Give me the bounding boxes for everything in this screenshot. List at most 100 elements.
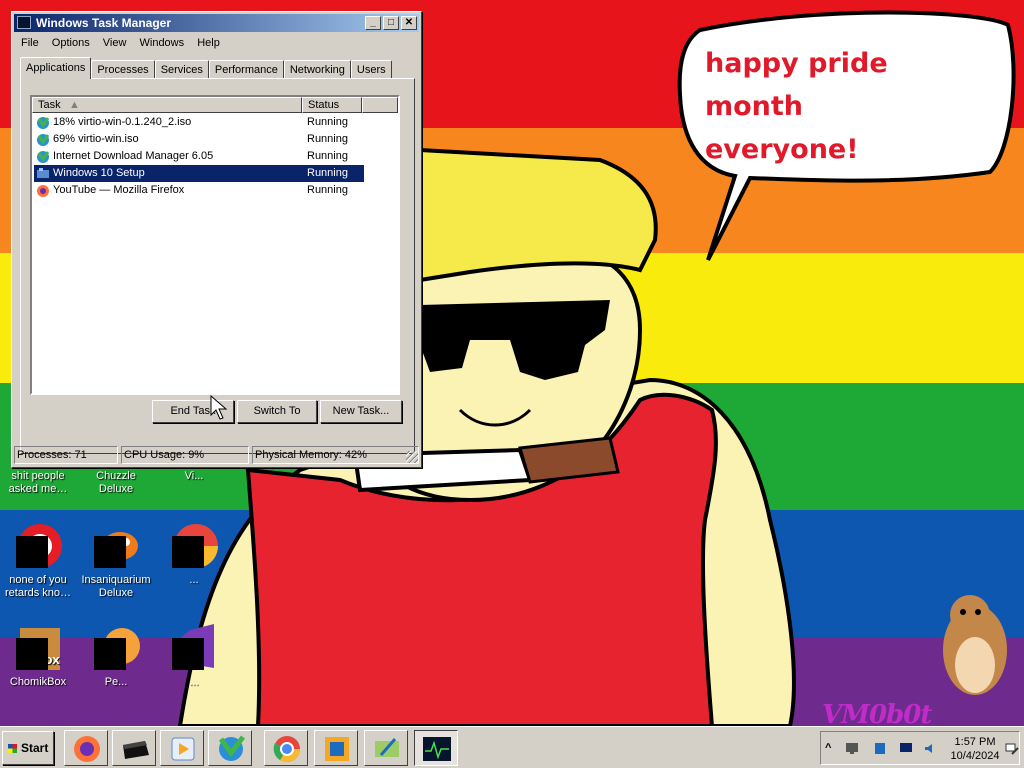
minimize-button[interactable]: _ [365, 16, 381, 30]
column-status[interactable]: Status [302, 97, 362, 113]
taskbar-app-chrome[interactable] [264, 730, 308, 766]
redacted-block [172, 638, 204, 670]
task-status: Running [307, 133, 348, 145]
menu-file[interactable]: File [16, 35, 44, 51]
tab-strip: Applications Processes Services Performance… [20, 57, 392, 79]
setup-icon [37, 168, 49, 178]
tab-processes[interactable]: Processes [91, 60, 155, 79]
network-paint-icon [375, 738, 399, 757]
desktop-icon-chomikbox[interactable]: OX ChomikBox [0, 624, 76, 689]
task-name: 69% virtio-win.iso [53, 133, 139, 145]
chomikbox-icon: OX [14, 624, 62, 672]
bluetooth-icon[interactable] [873, 742, 887, 755]
switch-to-button[interactable]: Switch To [237, 400, 317, 423]
resize-grip[interactable] [406, 451, 418, 463]
column-task[interactable]: Task ▲ [32, 97, 302, 113]
firefox-icon [74, 736, 100, 762]
status-processes: Processes: 71 [14, 446, 118, 464]
task-name: Internet Download Manager 6.05 [53, 150, 214, 162]
taskbar-app-media-player[interactable] [160, 730, 204, 766]
sort-arrow-icon: ▲ [69, 99, 80, 111]
volume-icon[interactable] [923, 742, 937, 755]
menu-help[interactable]: Help [192, 35, 225, 51]
tab-performance[interactable]: Performance [208, 60, 284, 79]
watermark: VM0b0t [822, 700, 932, 726]
desktop-icon-label: none of you retards kno… [4, 574, 72, 599]
display-icon[interactable] [845, 742, 859, 755]
speech-line-1: happy pride month [705, 48, 888, 122]
task-status: Running [307, 116, 348, 128]
desktop-icon-visual-studio[interactable]: ... [156, 624, 232, 689]
close-button[interactable]: ✕ [401, 16, 417, 30]
menu-windows[interactable]: Windows [135, 35, 190, 51]
desktop-icon-chuzzle[interactable]: Chuzzle Deluxe [78, 470, 154, 496]
taskbar-app-network-paint[interactable] [364, 730, 408, 766]
desktop-icon-label: Pe... [104, 676, 128, 688]
chrome-icon [273, 736, 301, 763]
visual-studio-icon [170, 624, 218, 672]
column-task-label: Task [38, 99, 61, 111]
table-row[interactable]: 18% virtio-win-0.1.240_2.iso Running [34, 114, 364, 131]
clock-date: 10/4/2024 [950, 750, 1000, 762]
clock[interactable]: 1:57 PM 10/4/2024 [949, 735, 1001, 763]
table-row[interactable]: Internet Download Manager 6.05 Running [34, 148, 364, 165]
new-task-button[interactable]: New Task... [320, 400, 402, 423]
idm-icon [37, 151, 50, 163]
desktop-icon-label: ... [189, 676, 199, 688]
desktop-icon-label: shit people asked me… [8, 470, 68, 495]
taskbar-app-idm[interactable] [208, 730, 252, 766]
desktop-icon-peggle[interactable]: Pe... [78, 624, 154, 689]
firefox-icon [37, 185, 49, 197]
taskbar-app-console[interactable] [112, 730, 156, 766]
tab-networking[interactable]: Networking [283, 60, 351, 79]
taskbar-app-virtualbox[interactable] [314, 730, 358, 766]
task-status: Running [307, 167, 348, 179]
desktop-icon-label: Vi... [184, 470, 204, 482]
task-list[interactable]: Task ▲ Status 18% virtio-win-0.1.240_2.i… [30, 95, 400, 395]
tab-services[interactable]: Services [154, 60, 209, 79]
desktop-icon-label: Insaniquarium Deluxe [81, 574, 151, 599]
desktop-icon-label: ChomikBox [9, 676, 67, 688]
media-player-icon [171, 737, 195, 761]
menu-options[interactable]: Options [47, 35, 95, 51]
task-name: 18% virtio-win-0.1.240_2.iso [53, 116, 192, 128]
tab-applications[interactable]: Applications [20, 57, 92, 79]
table-row[interactable]: YouTube — Mozilla Firefox Running [34, 182, 364, 199]
start-button[interactable]: Start [2, 731, 54, 765]
speech-bubble-text: happy pride month everyone! [705, 42, 995, 171]
task-name: YouTube — Mozilla Firefox [53, 184, 185, 196]
menu-view[interactable]: View [98, 35, 132, 51]
task-status: Running [307, 150, 348, 162]
desktop-icon-chrome[interactable]: ... [156, 522, 232, 587]
desktop-icon-insaniquarium[interactable]: Insaniquarium Deluxe [78, 522, 154, 600]
game-console-icon [123, 741, 149, 759]
idm-download-icon [37, 134, 50, 146]
insaniquarium-icon [92, 522, 140, 570]
window-title: Windows Task Manager [36, 16, 172, 30]
menu-bar: File Options View Windows Help [16, 35, 225, 53]
chevron-up-icon[interactable]: ^ [825, 742, 839, 755]
redacted-block [94, 638, 126, 670]
status-physical-memory: Physical Memory: 42% [252, 446, 419, 464]
taskbar-app-firefox[interactable] [64, 730, 108, 766]
idm-icon [218, 735, 245, 761]
start-label: Start [21, 741, 49, 755]
redacted-block [172, 536, 204, 568]
table-row-selected[interactable]: Windows 10 Setup Running [34, 165, 364, 182]
tab-users[interactable]: Users [350, 60, 392, 79]
list-header: Task ▲ Status [32, 97, 398, 113]
status-cpu-usage: CPU Usage: 9% [121, 446, 249, 464]
virtualbox-icon [325, 737, 349, 761]
desktop-icon-vi[interactable]: Vi... [156, 470, 232, 483]
windows-flag-icon [8, 744, 17, 753]
taskbar-app-task-manager[interactable] [414, 730, 458, 766]
title-bar[interactable]: Windows Task Manager _ □ ✕ [14, 14, 419, 32]
task-manager-icon [423, 737, 451, 761]
desktop-icon-none-of-you[interactable]: none of you retards kno… [0, 522, 76, 600]
maximize-button[interactable]: □ [383, 16, 399, 30]
desktop-icon-shit-people[interactable]: shit people asked me… [0, 470, 76, 496]
network-icon[interactable] [1005, 742, 1019, 755]
system-tray: ^ 1:57 PM 10/4/2024 [820, 731, 1020, 765]
table-row[interactable]: 69% virtio-win.iso Running [34, 131, 364, 148]
monitor-icon[interactable] [899, 742, 913, 755]
